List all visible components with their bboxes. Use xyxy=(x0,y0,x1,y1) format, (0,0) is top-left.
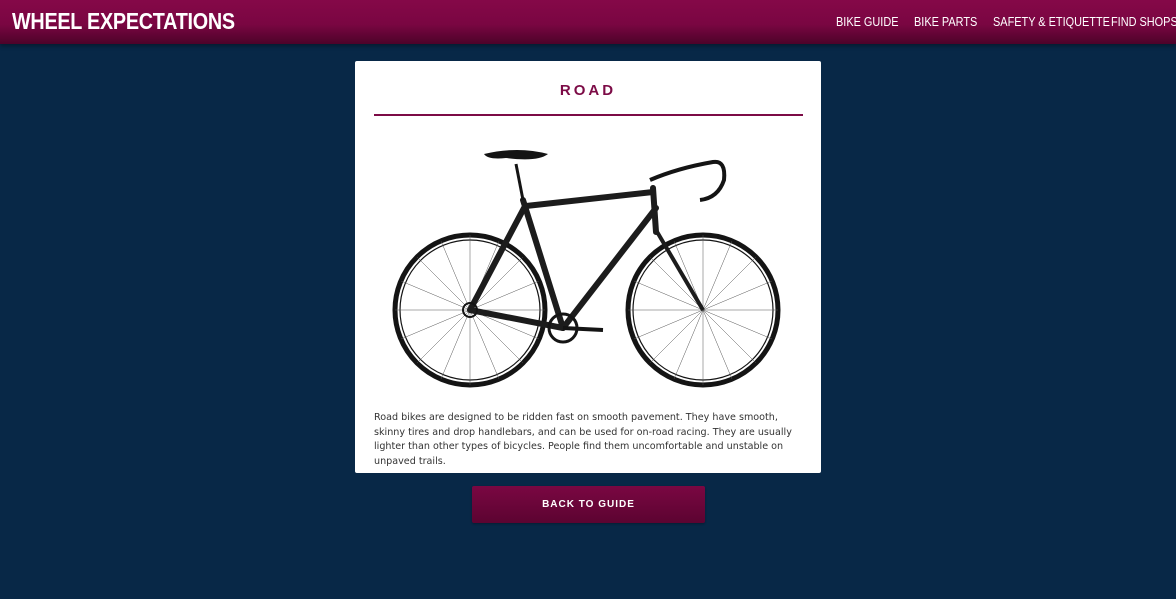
bike-image xyxy=(392,150,781,388)
nav-bike-parts[interactable]: BIKE PARTS xyxy=(914,14,977,29)
page-title: ROAD xyxy=(559,82,617,99)
site-logo[interactable]: WHEEL EXPECTATIONS xyxy=(12,8,235,35)
bike-description: Road bikes are designed to be ridden fas… xyxy=(374,412,792,468)
back-to-guide-button[interactable]: BACK TO GUIDE xyxy=(472,486,705,523)
nav-bike-guide[interactable]: BIKE GUIDE xyxy=(836,14,899,29)
nav-find-shops[interactable]: FIND SHOPS xyxy=(1111,14,1176,29)
title-divider xyxy=(374,114,803,116)
top-navigation-bar: WHEEL EXPECTATIONS BIKE GUIDE BIKE PARTS… xyxy=(0,0,1176,44)
nav-safety-etiquette[interactable]: SAFETY & ETIQUETTE xyxy=(993,14,1110,29)
